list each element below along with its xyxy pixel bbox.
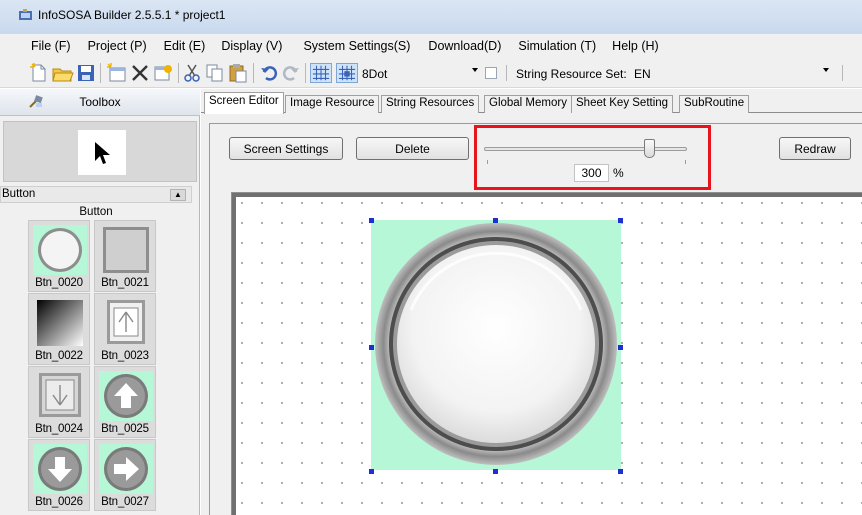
properties-icon[interactable] (153, 63, 173, 83)
round-right-arrow-icon (99, 444, 153, 494)
resize-handle[interactable] (493, 218, 498, 223)
redo-icon[interactable] (282, 63, 300, 83)
collapse-up-icon[interactable]: ▲ (170, 189, 186, 201)
tab-subroutine[interactable]: SubRoutine (679, 95, 750, 113)
menu-display[interactable]: Display (V) (221, 39, 282, 53)
zoom-value-input[interactable]: 300 (574, 164, 609, 182)
open-icon[interactable] (52, 63, 74, 83)
undo-icon[interactable] (260, 63, 278, 83)
string-resource-label: String Resource Set: (516, 67, 627, 81)
title-bar: InfoSOSA Builder 2.5.5.1 * project1 (0, 0, 862, 34)
menu-project[interactable]: Project (P) (88, 39, 147, 53)
new-screen-icon[interactable] (107, 63, 127, 83)
toolbox-item-btn-0026[interactable]: Btn_0026 (28, 439, 90, 511)
resize-handle[interactable] (369, 469, 374, 474)
toolbox-item-btn-0021[interactable]: Btn_0021 (94, 220, 156, 292)
window-title: InfoSOSA Builder 2.5.5.1 * project1 (38, 8, 226, 22)
menu-bar: File (F) Project (P) Edit (E) Display (V… (0, 34, 862, 58)
toolbox-item-btn-0027[interactable]: Btn_0027 (94, 439, 156, 511)
square-button-icon (103, 227, 149, 273)
redraw-button[interactable]: Redraw (779, 137, 851, 160)
toolbox-item-btn-0023[interactable]: Btn_0023 (94, 293, 156, 365)
toolbox-item-label: Btn_0024 (35, 423, 83, 435)
tab-screen-editor[interactable]: Screen Editor (204, 92, 284, 114)
tab-sheet-key-setting[interactable]: Sheet Key Setting (571, 95, 674, 113)
toolbar: 8Dot String Resource Set: EN (0, 58, 862, 88)
toolbar-checkbox[interactable] (485, 67, 497, 79)
screen-settings-button[interactable]: Screen Settings (229, 137, 343, 160)
editor-tabs: Screen Editor Image Resource String Reso… (201, 89, 862, 114)
string-resource-select[interactable]: EN (634, 67, 651, 81)
round-up-arrow-icon (99, 371, 153, 421)
toolbox-item-btn-0024[interactable]: Btn_0024 (28, 366, 90, 438)
resize-handle[interactable] (493, 469, 498, 474)
resize-handle[interactable] (369, 218, 374, 223)
cursor-icon (95, 141, 110, 164)
toolbox-group-title: Button (79, 206, 113, 218)
gradient-button-icon (37, 300, 83, 346)
menu-help[interactable]: Help (H) (612, 39, 659, 53)
menu-download[interactable]: Download(D) (428, 39, 501, 53)
toolbox-item-btn-0020[interactable]: Btn_0020 (28, 220, 90, 292)
toolbox-group-name: Button (2, 188, 36, 200)
zoom-tick (487, 160, 488, 164)
toolbox-item-label: Btn_0025 (101, 423, 149, 435)
new-icon[interactable] (30, 63, 48, 83)
tab-image-resource[interactable]: Image Resource (285, 95, 380, 113)
delete-button[interactable]: Delete (356, 137, 469, 160)
toolbox-item-label: Btn_0027 (101, 496, 149, 508)
resize-handle[interactable] (618, 345, 623, 350)
menu-edit[interactable]: Edit (E) (164, 39, 206, 53)
zoom-tick (685, 160, 686, 164)
zoom-slider-track[interactable] (484, 147, 687, 151)
zoom-unit: % (613, 166, 624, 180)
toolbox-item-btn-0022[interactable]: Btn_0022 (28, 293, 90, 365)
cut-icon[interactable] (183, 63, 201, 83)
toolbox-item-label: Btn_0023 (101, 350, 149, 362)
app-icon (19, 9, 32, 20)
string-resource-dropdown-icon[interactable] (823, 68, 829, 72)
copy-icon[interactable] (205, 63, 225, 83)
zoom-slider-thumb[interactable] (644, 139, 655, 158)
toolbox-title: Toolbox (79, 95, 121, 109)
selected-round-button[interactable] (369, 218, 623, 474)
menu-file[interactable]: File (F) (31, 39, 71, 53)
toolbox-item-label: Btn_0020 (35, 277, 83, 289)
resize-handle[interactable] (618, 469, 623, 474)
save-icon[interactable] (77, 63, 95, 83)
round-button-graphic (375, 223, 617, 465)
tab-global-memory[interactable]: Global Memory (484, 95, 572, 113)
snap-grid-icon[interactable] (336, 63, 358, 83)
screen-editor: Screen Settings Delete Redraw 300 % (201, 113, 862, 515)
toolbox-item-label: Btn_0022 (35, 350, 83, 362)
paste-icon[interactable] (228, 63, 248, 83)
round-button-icon (33, 225, 87, 275)
toolbox-item-label: Btn_0021 (101, 277, 149, 289)
design-canvas[interactable] (231, 192, 862, 515)
toolbox-icon (29, 95, 43, 108)
round-down-arrow-icon (33, 444, 87, 494)
delete-icon[interactable] (131, 63, 149, 83)
grid-icon[interactable] (310, 63, 332, 83)
toolbox-item-label: Btn_0026 (35, 496, 83, 508)
toolbox-panel: Toolbox Button ▲ Button Btn_0020 Btn_002… (0, 89, 200, 515)
tab-string-resources[interactable]: String Resources (381, 95, 480, 113)
pointer-tool[interactable] (3, 121, 197, 182)
grid-dot-dropdown-icon[interactable] (472, 68, 478, 72)
grid-dot-select[interactable]: 8Dot (362, 67, 387, 81)
toolbox-group-header[interactable]: Button ▲ (0, 186, 192, 203)
resize-handle[interactable] (618, 218, 623, 223)
menu-system-settings[interactable]: System Settings(S) (303, 39, 410, 53)
down-arrow-button-icon (39, 373, 81, 417)
menu-simulation[interactable]: Simulation (T) (518, 39, 596, 53)
toolbox-item-btn-0025[interactable]: Btn_0025 (94, 366, 156, 438)
resize-handle[interactable] (369, 345, 374, 350)
toolbox-header: Toolbox (0, 89, 200, 116)
up-arrow-button-icon (107, 300, 145, 344)
